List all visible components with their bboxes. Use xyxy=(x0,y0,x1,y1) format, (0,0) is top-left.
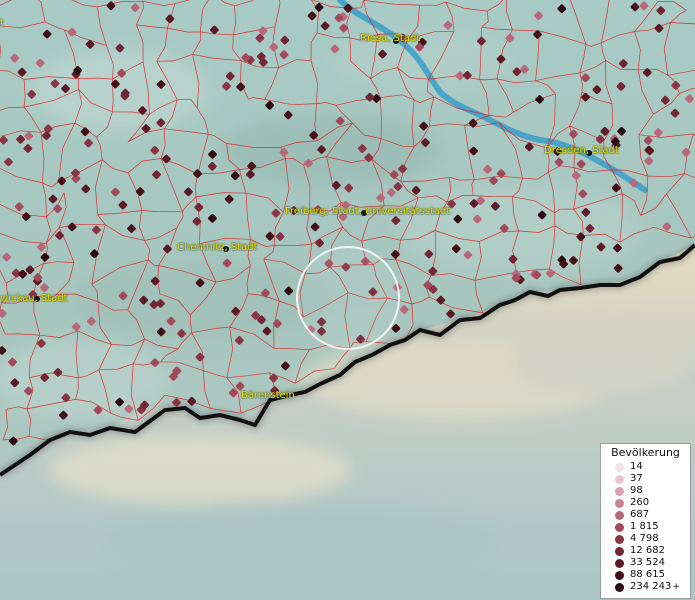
city-label-dresden: Dresden, Stadt xyxy=(544,145,619,156)
legend-value: 12 682 xyxy=(630,545,665,556)
city-label-riesa: Riesa, Stadt xyxy=(360,33,421,44)
legend-value: 14 xyxy=(630,461,643,472)
legend-entry: 14 xyxy=(601,461,690,473)
legend-swatch xyxy=(615,462,624,472)
map-canvas[interactable] xyxy=(0,0,695,600)
legend-value: 1 815 xyxy=(630,521,659,532)
legend-swatch xyxy=(615,546,624,556)
legend-value: 33 524 xyxy=(630,557,665,568)
legend-entry: 234 243 + xyxy=(601,581,690,593)
legend-entry: 687 xyxy=(601,509,690,521)
legend-value: 88 615 xyxy=(630,569,665,580)
legend-swatch xyxy=(615,498,624,508)
legend-entry: 33 524 xyxy=(601,557,690,569)
legend-swatch xyxy=(615,558,624,568)
legend-swatch xyxy=(615,510,624,520)
legend-value: 687 xyxy=(630,509,650,520)
legend-swatch xyxy=(615,486,624,496)
legend-entry: 1 815 xyxy=(601,521,690,533)
legend-swatch xyxy=(615,474,624,484)
city-label-freiberg: Freiberg, Stadt, Universitätsstadt xyxy=(285,206,451,217)
legend-entries: 14 37 98 260 687 1 815 4 798 12 682 33 524 88 615… xyxy=(601,461,690,593)
legend-entry: 37 xyxy=(601,473,690,485)
legend-value: 37 xyxy=(630,473,643,484)
legend-value: 234 243 xyxy=(630,581,672,592)
legend-swatch xyxy=(615,522,624,532)
legend-entry: 98 xyxy=(601,485,690,497)
legend-swatch xyxy=(615,582,624,592)
legend-entry: 260 xyxy=(601,497,690,509)
legend-plus-mark: + xyxy=(672,582,680,592)
legend-swatch xyxy=(615,570,624,580)
legend-title: Bevölkerung xyxy=(611,446,680,459)
legend-value: 4 798 xyxy=(630,533,659,544)
city-label-edge-top-left: t xyxy=(0,18,4,29)
city-label-baerenstein: Bärenstein xyxy=(241,390,295,401)
selection-focus-circle[interactable] xyxy=(296,246,400,350)
legend-swatch xyxy=(615,534,624,544)
legend-entry: 88 615 xyxy=(601,569,690,581)
legend-entry: 12 682 xyxy=(601,545,690,557)
legend-entry: 4 798 xyxy=(601,533,690,545)
population-legend: Bevölkerung 14 37 98 260 687 1 815 4 798 12 682… xyxy=(600,443,691,599)
legend-value: 98 xyxy=(630,485,643,496)
city-label-chemnitz: Chemnitz, Stadt xyxy=(177,242,258,253)
legend-value: 260 xyxy=(630,497,650,508)
city-label-zwickau: wickau, Stadt xyxy=(0,293,68,304)
